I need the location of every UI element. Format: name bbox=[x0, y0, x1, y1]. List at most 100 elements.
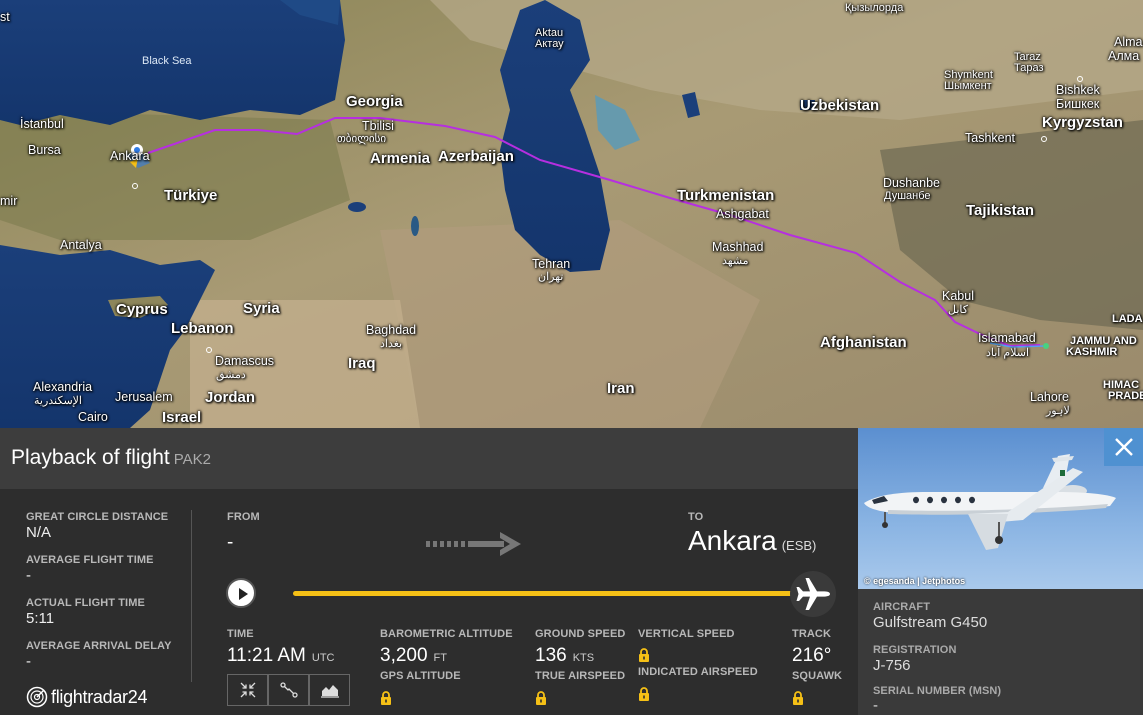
city-dot bbox=[132, 183, 138, 189]
city-dot bbox=[1077, 76, 1083, 82]
aircraft-type-label: AIRCRAFT bbox=[873, 601, 931, 613]
registration-label: REGISTRATION bbox=[873, 644, 957, 656]
map-label-aktau-local: Актау bbox=[535, 38, 564, 50]
flight-map[interactable]: Black Sea Georgia Armenia Azerbaijan Tür… bbox=[0, 0, 1143, 428]
map-label-st: st bbox=[0, 10, 10, 24]
great-circle-distance-label: GREAT CIRCLE DISTANCE bbox=[26, 511, 169, 523]
panel-title-text: Playback of flight bbox=[11, 446, 170, 469]
ground-speed-unit: KTS bbox=[572, 652, 595, 664]
track-label: TRACK bbox=[792, 628, 831, 640]
destination[interactable]: Ankara (ESB) bbox=[688, 525, 816, 557]
map-label-kabul-local: کابل bbox=[948, 304, 968, 316]
map-label-kabul: Kabul bbox=[942, 289, 974, 303]
from-value: - bbox=[227, 532, 234, 553]
close-button[interactable] bbox=[1104, 428, 1143, 466]
time-value: 11:21 AM UTC bbox=[227, 645, 334, 667]
avg-flight-time-label: AVERAGE FLIGHT TIME bbox=[26, 554, 154, 566]
map-label-kashmir: KASHMIR bbox=[1066, 346, 1118, 358]
aircraft-photo[interactable]: © egesanda | Jetphotos bbox=[858, 428, 1143, 589]
map-label-tashkent: Tashkent bbox=[965, 131, 1016, 145]
map-label-syria: Syria bbox=[243, 300, 280, 317]
track-value: 216° bbox=[792, 645, 832, 666]
avg-arrival-delay-value: - bbox=[26, 653, 31, 670]
map-label-israel: Israel bbox=[162, 409, 202, 426]
map-label-baghdad-local: بغداد bbox=[380, 338, 403, 350]
map-label-ladakh: LADA bbox=[1112, 313, 1143, 325]
map-label-kyzylorda-local: Қызылорда bbox=[845, 2, 904, 14]
city-dot bbox=[206, 347, 212, 353]
panel-header: Playback of flight PAK2 bbox=[0, 428, 858, 489]
baro-altitude-label: BAROMETRIC ALTITUDE bbox=[380, 628, 513, 640]
baro-altitude-value: 3,200 FT bbox=[380, 645, 447, 667]
map-label-dushanbe: Dushanbe bbox=[883, 176, 940, 190]
map-label-iraq: Iraq bbox=[348, 355, 376, 372]
photo-credit[interactable]: © egesanda | Jetphotos bbox=[864, 576, 965, 586]
brand-name: flightradar24 bbox=[51, 686, 148, 707]
panel-title: Playback of flight PAK2 bbox=[11, 446, 211, 470]
map-label-taraz-local: Тараз bbox=[1014, 62, 1044, 74]
map-label-lahore-local: لاہور bbox=[1046, 405, 1070, 417]
lock-icon bbox=[639, 648, 649, 662]
route-path-icon bbox=[279, 682, 298, 698]
lock-icon bbox=[381, 691, 391, 705]
lock-icon bbox=[793, 691, 803, 705]
map-label-cyprus: Cyprus bbox=[116, 301, 168, 318]
aircraft-image bbox=[864, 454, 1116, 550]
map-label-bishkek: Bishkek bbox=[1056, 83, 1100, 97]
flightradar24-logo[interactable]: flightradar24 bbox=[26, 685, 147, 709]
serial-number-label: SERIAL NUMBER (MSN) bbox=[873, 685, 1002, 697]
playback-progress-bar[interactable] bbox=[293, 591, 803, 596]
vertical-speed-label: VERTICAL SPEED bbox=[638, 628, 735, 640]
time-value-text: 11:21 AM bbox=[227, 645, 306, 666]
aircraft-type-value: Gulfstream G450 bbox=[873, 614, 988, 631]
destination-city: Ankara bbox=[688, 525, 777, 556]
city-dot bbox=[1041, 136, 1047, 142]
lock-icon bbox=[536, 691, 546, 705]
map-label-lahore: Lahore bbox=[1030, 390, 1069, 404]
map-label-bishkek-local: Бишкек bbox=[1056, 97, 1100, 111]
registration-value: J-756 bbox=[873, 657, 911, 674]
ground-speed-label: GROUND SPEED bbox=[535, 628, 626, 640]
map-label-uzbekistan: Uzbekistan bbox=[800, 97, 880, 114]
time-unit: UTC bbox=[311, 652, 335, 664]
play-button[interactable] bbox=[226, 578, 256, 608]
altitude-graph-button[interactable] bbox=[309, 674, 350, 706]
map-label-ankara: Ankara bbox=[110, 149, 150, 163]
map-label-tbilisi-local: თბილისი bbox=[337, 133, 387, 145]
map-label-almaty: Alma bbox=[1114, 35, 1143, 49]
map-label-cairo: Cairo bbox=[78, 410, 108, 424]
column-divider bbox=[191, 510, 192, 682]
map-label-jerusalem: Jerusalem bbox=[115, 390, 173, 404]
fullscreen-collapse-button[interactable] bbox=[227, 674, 268, 706]
map-label-tajikistan: Tajikistan bbox=[966, 202, 1035, 219]
map-label-tehran-local: تهران bbox=[538, 271, 564, 283]
map-label-black-sea: Black Sea bbox=[142, 55, 192, 67]
avg-flight-time-value: - bbox=[26, 567, 31, 584]
map-label-alexandria-local: الإسكندرية bbox=[34, 395, 82, 407]
ground-speed-number: 136 bbox=[535, 645, 567, 666]
flight-info-panel: Playback of flight PAK2 GREAT CIRCLE DIST… bbox=[0, 428, 858, 715]
lock-icon bbox=[639, 687, 649, 701]
gps-altitude-label: GPS ALTITUDE bbox=[380, 670, 461, 682]
to-label: TO bbox=[688, 511, 704, 523]
map-label-bursa: Bursa bbox=[28, 143, 61, 157]
map-label-damascus-local: دمشق bbox=[216, 369, 246, 381]
map-label-tbilisi: Tbilisi bbox=[362, 119, 394, 133]
map-label-afghanistan: Afghanistan bbox=[820, 334, 907, 351]
route-toggle-button[interactable] bbox=[268, 674, 309, 706]
aircraft-info: AIRCRAFT Gulfstream G450 REGISTRATION J-… bbox=[858, 589, 1143, 715]
actual-flight-time-value: 5:11 bbox=[26, 610, 55, 627]
map-label-georgia: Georgia bbox=[346, 93, 403, 110]
map-label-armenia: Armenia bbox=[370, 150, 431, 167]
area-chart-icon bbox=[320, 685, 339, 698]
map-label-mashhad-local: مشهد bbox=[722, 255, 749, 267]
map-label-dushanbe-local: Душанбе bbox=[884, 190, 931, 202]
squawk-label: SQUAWK bbox=[792, 670, 843, 682]
actual-flight-time-label: ACTUAL FLIGHT TIME bbox=[26, 597, 145, 609]
map-label-islamabad-local: اسلام آباد bbox=[986, 347, 1030, 359]
map-label-tehran: Tehran bbox=[532, 257, 571, 271]
destination-code: (ESB) bbox=[781, 538, 817, 553]
avg-arrival-delay-label: AVERAGE ARRIVAL DELAY bbox=[26, 640, 172, 652]
collapse-arrows-icon bbox=[240, 682, 255, 698]
playback-handle[interactable] bbox=[790, 571, 836, 617]
